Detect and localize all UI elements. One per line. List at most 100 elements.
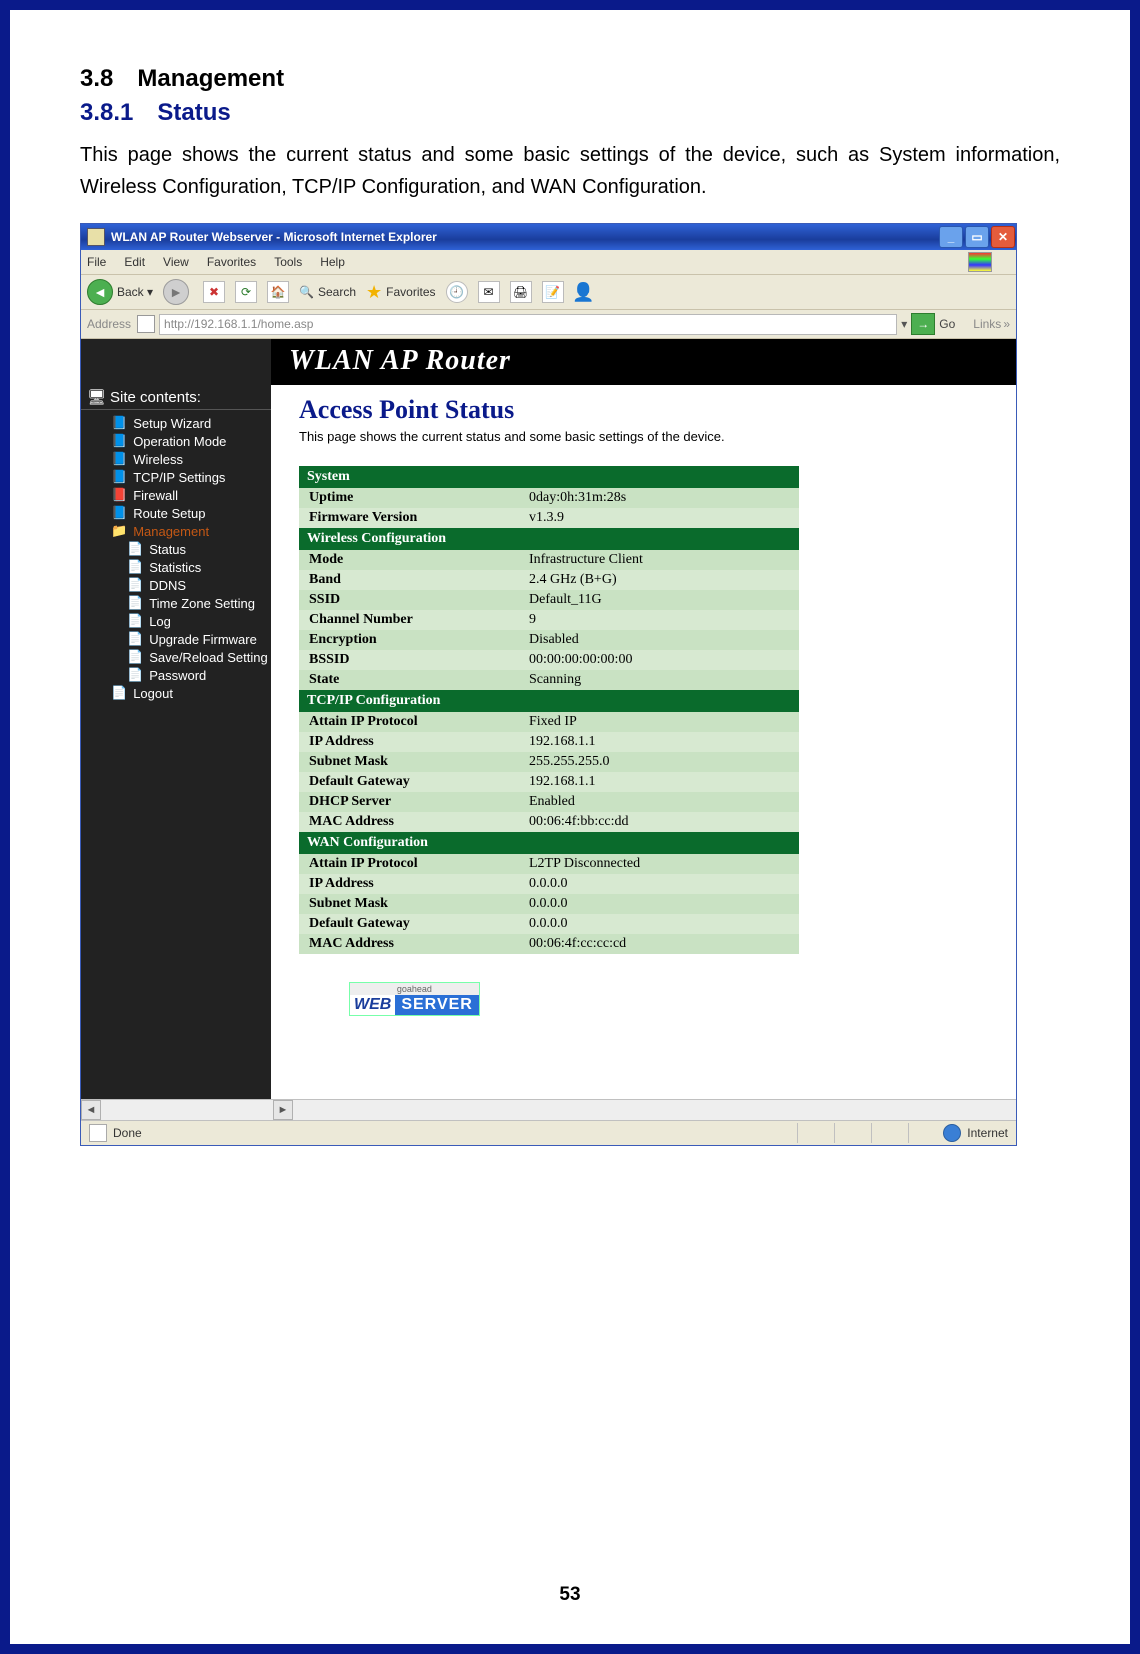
favorites-button[interactable]: ★ Favorites bbox=[366, 282, 436, 303]
nav-management[interactable]: Management bbox=[87, 522, 271, 540]
nav-upgrade-firmware[interactable]: Upgrade Firmware bbox=[87, 630, 271, 648]
back-button[interactable]: ◄ Back ▾ bbox=[87, 279, 153, 305]
nav-status[interactable]: Status bbox=[87, 540, 271, 558]
minimize-button[interactable]: _ bbox=[939, 226, 963, 248]
scroll-right-icon[interactable]: ► bbox=[273, 1100, 293, 1120]
page-icon bbox=[137, 315, 155, 333]
row-key: SSID bbox=[299, 590, 519, 610]
browser-window: WLAN AP Router Webserver - Microsoft Int… bbox=[80, 223, 1017, 1146]
refresh-button[interactable]: ⟳ bbox=[235, 281, 257, 303]
nav-tcpip[interactable]: TCP/IP Settings bbox=[87, 468, 271, 486]
sidebar-title: 🖥Site contents: bbox=[81, 385, 271, 410]
table-row: ModeInfrastructure Client bbox=[299, 550, 799, 570]
row-key: Attain IP Protocol bbox=[299, 854, 519, 874]
menu-favorites[interactable]: Favorites bbox=[207, 255, 256, 269]
nav-logout[interactable]: Logout bbox=[87, 684, 271, 702]
folder-icon bbox=[111, 469, 127, 485]
nav-password[interactable]: Password bbox=[87, 666, 271, 684]
menu-bar: File Edit View Favorites Tools Help bbox=[81, 250, 1016, 274]
print-button[interactable]: 🖨 bbox=[510, 281, 532, 303]
webserver-badge: goahead WEB SERVER bbox=[349, 982, 480, 1016]
row-value: 00:06:4f:bb:cc:dd bbox=[519, 812, 799, 832]
site-sidebar: 🖥Site contents: Setup Wizard Operation M… bbox=[81, 339, 271, 1099]
address-input[interactable] bbox=[159, 314, 897, 335]
table-row: Subnet Mask255.255.255.0 bbox=[299, 752, 799, 772]
row-key: IP Address bbox=[299, 732, 519, 752]
links-label[interactable]: Links bbox=[973, 317, 1001, 331]
nav-ddns[interactable]: DDNS bbox=[87, 576, 271, 594]
nav-tree: Setup Wizard Operation Mode Wireless TCP… bbox=[81, 410, 271, 702]
maximize-button[interactable]: ▭ bbox=[965, 226, 989, 248]
table-row: Band2.4 GHz (B+G) bbox=[299, 570, 799, 590]
row-key: IP Address bbox=[299, 874, 519, 894]
home-button[interactable]: 🏠 bbox=[267, 281, 289, 303]
page-content: 🖥Site contents: Setup Wizard Operation M… bbox=[81, 339, 1016, 1099]
row-value: 0.0.0.0 bbox=[519, 894, 799, 914]
links-expand-icon[interactable]: » bbox=[1003, 317, 1010, 331]
messenger-button[interactable]: 👤 bbox=[574, 282, 594, 302]
address-dropdown-icon[interactable]: ▾ bbox=[901, 317, 907, 331]
page-icon bbox=[127, 631, 143, 647]
history-button[interactable]: 🕘 bbox=[446, 281, 468, 303]
close-button[interactable]: ✕ bbox=[991, 226, 1015, 248]
go-button[interactable]: → bbox=[911, 313, 935, 335]
table-row: StateScanning bbox=[299, 670, 799, 690]
page-icon bbox=[127, 613, 143, 629]
nav-wireless[interactable]: Wireless bbox=[87, 450, 271, 468]
star-icon: ★ bbox=[366, 282, 382, 303]
section-header: Wireless Configuration bbox=[299, 528, 799, 550]
status-table: SystemUptime0day:0h:31m:28sFirmware Vers… bbox=[299, 466, 799, 954]
row-key: Attain IP Protocol bbox=[299, 712, 519, 732]
row-key: Encryption bbox=[299, 630, 519, 650]
nav-firewall[interactable]: Firewall bbox=[87, 486, 271, 504]
scroll-left-icon[interactable]: ◄ bbox=[81, 1100, 101, 1120]
table-row: Attain IP ProtocolL2TP Disconnected bbox=[299, 854, 799, 874]
table-row: Uptime0day:0h:31m:28s bbox=[299, 488, 799, 508]
search-button[interactable]: 🔍 Search bbox=[299, 285, 356, 299]
page-icon bbox=[127, 559, 143, 575]
row-value: 192.168.1.1 bbox=[519, 732, 799, 752]
table-row: BSSID00:00:00:00:00:00 bbox=[299, 650, 799, 670]
nav-log[interactable]: Log bbox=[87, 612, 271, 630]
nav-setup-wizard[interactable]: Setup Wizard bbox=[87, 414, 271, 432]
section-header: WAN Configuration bbox=[299, 832, 799, 854]
row-key: Default Gateway bbox=[299, 772, 519, 792]
folder-icon bbox=[111, 505, 127, 521]
ie-logo-icon bbox=[87, 228, 105, 246]
address-bar: Address ▾ → Go Links » bbox=[81, 310, 1016, 339]
folder-icon bbox=[111, 415, 127, 431]
nav-save-reload[interactable]: Save/Reload Setting bbox=[87, 648, 271, 666]
horizontal-scrollbar[interactable]: ◄ ► bbox=[81, 1099, 1016, 1120]
forward-button[interactable]: ► bbox=[163, 279, 193, 305]
menu-tools[interactable]: Tools bbox=[274, 255, 302, 269]
mail-button[interactable]: ✉ bbox=[478, 281, 500, 303]
stop-button[interactable]: ✖ bbox=[203, 281, 225, 303]
edit-button[interactable]: 📝 bbox=[542, 281, 564, 303]
row-key: MAC Address bbox=[299, 934, 519, 954]
menu-view[interactable]: View bbox=[163, 255, 189, 269]
done-icon bbox=[89, 1124, 107, 1142]
zone-text: Internet bbox=[967, 1126, 1008, 1140]
table-row: Default Gateway192.168.1.1 bbox=[299, 772, 799, 792]
page-title: Access Point Status bbox=[299, 395, 996, 425]
section-header: TCP/IP Configuration bbox=[299, 690, 799, 712]
nav-route-setup[interactable]: Route Setup bbox=[87, 504, 271, 522]
address-label: Address bbox=[87, 317, 131, 331]
table-row: Default Gateway0.0.0.0 bbox=[299, 914, 799, 934]
nav-timezone[interactable]: Time Zone Setting bbox=[87, 594, 271, 612]
row-value: 0day:0h:31m:28s bbox=[519, 488, 799, 508]
window-title: WLAN AP Router Webserver - Microsoft Int… bbox=[111, 230, 437, 244]
menu-edit[interactable]: Edit bbox=[124, 255, 145, 269]
menu-help[interactable]: Help bbox=[320, 255, 345, 269]
forward-icon: ► bbox=[163, 279, 189, 305]
table-row: MAC Address00:06:4f:bb:cc:dd bbox=[299, 812, 799, 832]
folder-icon bbox=[111, 451, 127, 467]
nav-operation-mode[interactable]: Operation Mode bbox=[87, 432, 271, 450]
row-value: Disabled bbox=[519, 630, 799, 650]
navigation-toolbar: ◄ Back ▾ ► ✖ ⟳ 🏠 🔍 Search ★ Favorites 🕘 … bbox=[81, 274, 1016, 310]
row-value: v1.3.9 bbox=[519, 508, 799, 528]
nav-statistics[interactable]: Statistics bbox=[87, 558, 271, 576]
table-row: IP Address0.0.0.0 bbox=[299, 874, 799, 894]
row-key: Channel Number bbox=[299, 610, 519, 630]
menu-file[interactable]: File bbox=[87, 255, 106, 269]
